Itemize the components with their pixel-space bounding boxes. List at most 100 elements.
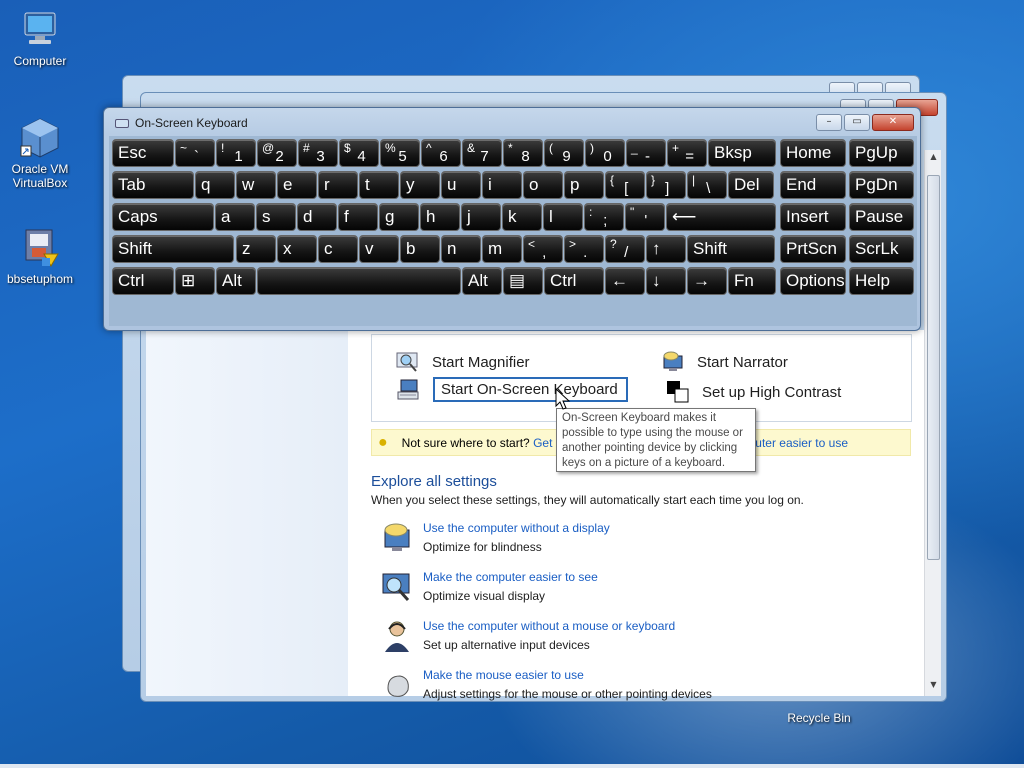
key-row1-5[interactable]: $4 bbox=[339, 139, 379, 167]
key-row4-2[interactable]: x bbox=[277, 235, 317, 263]
key-row5-12[interactable]: Help bbox=[849, 267, 914, 295]
setting-link[interactable]: Make the computer easier to see bbox=[423, 570, 598, 584]
key-row2-8[interactable]: i bbox=[482, 171, 522, 199]
key-row4-14[interactable]: ScrLk bbox=[849, 235, 914, 263]
key-row2-12[interactable]: }] bbox=[646, 171, 686, 199]
key-row1-15[interactable]: Home bbox=[780, 139, 846, 167]
key-row1-11[interactable]: ) 0 bbox=[585, 139, 625, 167]
key-row2-0[interactable]: Tab bbox=[112, 171, 194, 199]
key-row5-4[interactable]: Alt bbox=[462, 267, 502, 295]
key-row1-4[interactable]: #3 bbox=[298, 139, 338, 167]
key-row4-13[interactable]: PrtScn bbox=[780, 235, 846, 263]
key-row2-4[interactable]: r bbox=[318, 171, 358, 199]
key-row5-2[interactable]: Alt bbox=[216, 267, 256, 295]
setting-link[interactable]: Use the computer without a display bbox=[423, 521, 610, 535]
key-row2-5[interactable]: t bbox=[359, 171, 399, 199]
key-row4-5[interactable]: b bbox=[400, 235, 440, 263]
high-contrast-link[interactable]: Set up High Contrast bbox=[666, 380, 841, 404]
key-row2-11[interactable]: {[ bbox=[605, 171, 645, 199]
key-row2-3[interactable]: e bbox=[277, 171, 317, 199]
key-row5-7[interactable]: ← bbox=[605, 267, 645, 295]
key-row5-11[interactable]: Options bbox=[780, 267, 846, 295]
key-row4-12[interactable]: Shift bbox=[687, 235, 775, 263]
key-row1-8[interactable]: & 7 bbox=[462, 139, 502, 167]
key-row5-6[interactable]: Ctrl bbox=[544, 267, 604, 295]
key-row5-8[interactable]: ↓ bbox=[646, 267, 686, 295]
setting-mouse-easier[interactable]: Make the mouse easier to use Adjust sett… bbox=[380, 668, 712, 702]
key-row1-1[interactable]: ~ ` bbox=[175, 139, 215, 167]
key-row2-15[interactable]: End bbox=[780, 171, 846, 199]
desktop-icon-recycle-bin[interactable]: Recycle Bin bbox=[779, 711, 859, 725]
start-narrator-link[interactable]: Start Narrator bbox=[661, 350, 788, 374]
setting-link[interactable]: Make the mouse easier to use bbox=[423, 668, 712, 682]
key-row4-3[interactable]: c bbox=[318, 235, 358, 263]
key-row2-16[interactable]: PgDn bbox=[849, 171, 914, 199]
key-row3-1[interactable]: a bbox=[215, 203, 255, 231]
key-row3-12[interactable]: ⟵ bbox=[666, 203, 776, 231]
key-row2-14[interactable]: Del bbox=[728, 171, 774, 199]
key-row2-9[interactable]: o bbox=[523, 171, 563, 199]
key-row3-2[interactable]: s bbox=[256, 203, 296, 231]
key-row4-10[interactable]: ? / bbox=[605, 235, 645, 263]
start-magnifier-link[interactable]: Start Magnifier bbox=[396, 350, 530, 374]
tip-link-start[interactable]: Get bbox=[533, 436, 552, 450]
vertical-scrollbar[interactable]: ▲ ▼ bbox=[924, 150, 941, 696]
key-row3-10[interactable]: :; bbox=[584, 203, 624, 231]
key-row3-9[interactable]: l bbox=[543, 203, 583, 231]
key-row4-4[interactable]: v bbox=[359, 235, 399, 263]
key-row4-9[interactable]: >. bbox=[564, 235, 604, 263]
key-row3-14[interactable]: Pause bbox=[849, 203, 914, 231]
key-row2-1[interactable]: q bbox=[195, 171, 235, 199]
scroll-down-arrow-icon[interactable]: ▼ bbox=[925, 680, 942, 694]
key-row4-8[interactable]: <, bbox=[523, 235, 563, 263]
key-row4-11[interactable]: ↑ bbox=[646, 235, 686, 263]
key-row4-7[interactable]: m bbox=[482, 235, 522, 263]
setting-easier-to-see[interactable]: Make the computer easier to see Optimize… bbox=[380, 570, 598, 604]
desktop-icon-bbsetuphom[interactable]: bbsetuphom bbox=[0, 226, 80, 286]
key-row3-6[interactable]: h bbox=[420, 203, 460, 231]
scroll-thumb[interactable] bbox=[927, 175, 940, 560]
key-row1-0[interactable]: Esc bbox=[112, 139, 174, 167]
key-row5-1[interactable]: ⊞ bbox=[175, 267, 215, 295]
setting-link[interactable]: Use the computer without a mouse or keyb… bbox=[423, 619, 675, 633]
key-row2-13[interactable]: | \ bbox=[687, 171, 727, 199]
key-row5-0[interactable]: Ctrl bbox=[112, 267, 174, 295]
minimize-button[interactable]: – bbox=[816, 114, 842, 131]
key-row1-7[interactable]: ^ 6 bbox=[421, 139, 461, 167]
key-row3-3[interactable]: d bbox=[297, 203, 337, 231]
key-row1-3[interactable]: @2 bbox=[257, 139, 297, 167]
key-row1-13[interactable]: + = bbox=[667, 139, 707, 167]
restore-button[interactable]: ▭ bbox=[844, 114, 870, 131]
key-row3-13[interactable]: Insert bbox=[780, 203, 846, 231]
key-row1-9[interactable]: * 8 bbox=[503, 139, 543, 167]
key-row2-2[interactable]: w bbox=[236, 171, 276, 199]
key-row5-5[interactable]: ▤ bbox=[503, 267, 543, 295]
setting-without-display[interactable]: Use the computer without a display Optim… bbox=[380, 521, 610, 555]
desktop-icon-virtualbox[interactable]: Oracle VM VirtualBox bbox=[0, 116, 80, 190]
key-row2-10[interactable]: p bbox=[564, 171, 604, 199]
key-row2-6[interactable]: y bbox=[400, 171, 440, 199]
key-row1-16[interactable]: PgUp bbox=[849, 139, 914, 167]
key-row3-5[interactable]: g bbox=[379, 203, 419, 231]
key-row1-2[interactable]: ! 1 bbox=[216, 139, 256, 167]
key-row2-7[interactable]: u bbox=[441, 171, 481, 199]
key-row1-10[interactable]: (9 bbox=[544, 139, 584, 167]
start-osk-link[interactable]: Start On-Screen Keyboard bbox=[397, 377, 628, 402]
key-row3-0[interactable]: Caps bbox=[112, 203, 214, 231]
key-row4-6[interactable]: n bbox=[441, 235, 481, 263]
scroll-up-arrow-icon[interactable]: ▲ bbox=[925, 152, 942, 166]
desktop-icon-computer[interactable]: Computer bbox=[0, 8, 80, 68]
key-row3-8[interactable]: k bbox=[502, 203, 542, 231]
key-row4-0[interactable]: Shift bbox=[112, 235, 234, 263]
key-row1-14[interactable]: Bksp bbox=[708, 139, 776, 167]
key-row4-1[interactable]: z bbox=[236, 235, 276, 263]
key-row3-11[interactable]: " ' bbox=[625, 203, 665, 231]
setting-without-mouse-keyboard[interactable]: Use the computer without a mouse or keyb… bbox=[380, 619, 675, 653]
key-row1-12[interactable]: _ - bbox=[626, 139, 666, 167]
key-row5-10[interactable]: Fn bbox=[728, 267, 776, 295]
key-row3-4[interactable]: f bbox=[338, 203, 378, 231]
key-row1-6[interactable]: % 5 bbox=[380, 139, 420, 167]
close-button[interactable]: ✕ bbox=[872, 114, 914, 131]
key-row5-9[interactable]: → bbox=[687, 267, 727, 295]
key-row3-7[interactable]: j bbox=[461, 203, 501, 231]
